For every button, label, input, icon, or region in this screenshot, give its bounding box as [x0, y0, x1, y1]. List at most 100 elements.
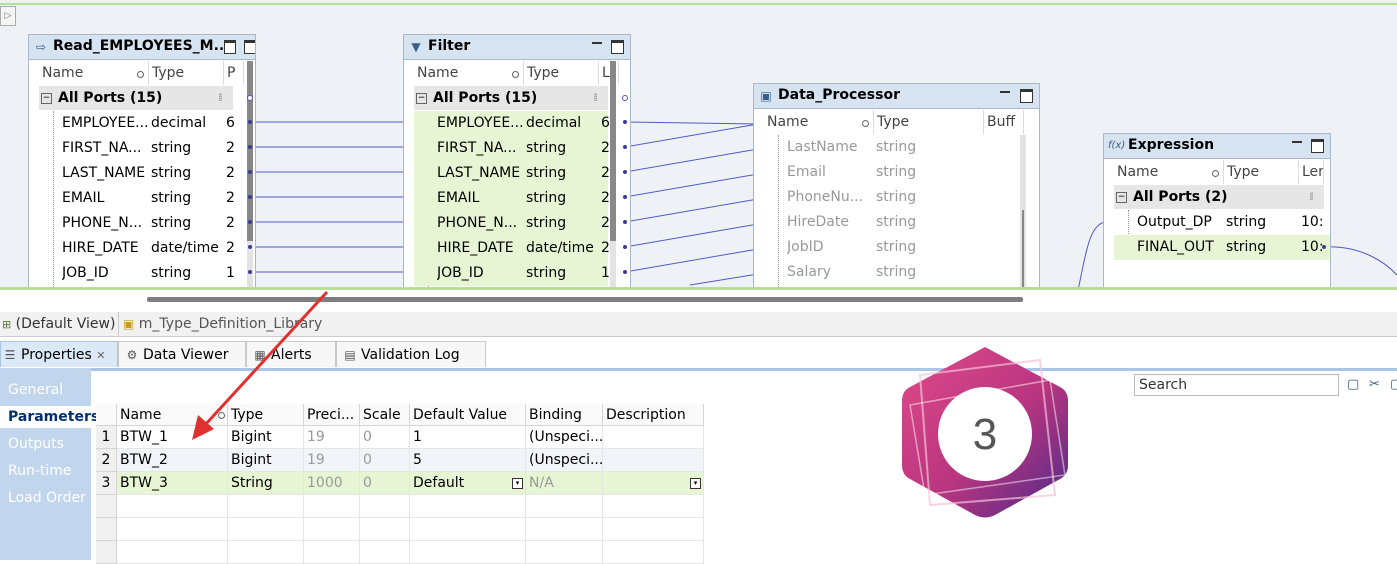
cell-name[interactable]: BTW_3 [117, 472, 228, 495]
port-row[interactable]: PhoneNu... string [764, 185, 1019, 210]
minimize-icon[interactable] [1000, 88, 1012, 93]
cell-name[interactable]: BTW_2 [117, 449, 228, 472]
edit-dropdown-icon[interactable]: ▾ [690, 478, 701, 489]
header-binding[interactable]: Binding [526, 404, 603, 426]
expression-transformation[interactable]: f(x) Expression Name Type Ler − All Ports… [1103, 133, 1331, 290]
empty-cell[interactable] [526, 518, 603, 541]
maximize-icon[interactable] [244, 40, 255, 54]
group-port-handle[interactable] [247, 95, 253, 101]
output-port-dot[interactable] [623, 270, 627, 274]
empty-cell[interactable] [360, 541, 410, 564]
empty-cell[interactable] [526, 495, 603, 518]
port-row[interactable]: JobID string [764, 235, 1019, 260]
empty-cell[interactable] [360, 495, 410, 518]
empty-cell[interactable] [117, 541, 228, 564]
all-ports-group[interactable]: − All Ports (15) ⁞⁞ [39, 86, 233, 110]
port-row[interactable]: HireDate string [764, 210, 1019, 235]
cell-binding[interactable]: (Unspeci... [526, 426, 603, 449]
output-port-dot[interactable] [623, 170, 627, 174]
cell-binding[interactable]: N/A [526, 472, 603, 495]
maximize-icon[interactable] [1020, 89, 1033, 103]
collapse-icon[interactable]: − [1116, 191, 1127, 203]
search-input[interactable]: Search [1134, 374, 1339, 396]
cell-precision[interactable]: 1000 [304, 472, 360, 495]
column-header-type[interactable]: Type [1224, 160, 1299, 184]
empty-cell[interactable] [603, 541, 704, 564]
port-row[interactable]: EMAIL string 2 [39, 186, 245, 211]
column-header-name[interactable]: Name [414, 61, 524, 85]
all-ports-group[interactable]: − All Ports (2) ⁞⁞ [1114, 185, 1324, 209]
port-row[interactable]: LAST_NAME string 2 [39, 161, 245, 186]
output-port-dot[interactable] [1322, 245, 1326, 249]
cell-default[interactable]: 5 [410, 449, 526, 472]
minimize-icon[interactable] [592, 39, 604, 44]
cell-precision[interactable]: 19 [304, 426, 360, 449]
cell-scale[interactable]: 0 [360, 426, 410, 449]
column-header-precision[interactable]: P [224, 61, 244, 85]
header-precision[interactable]: Preci... [304, 404, 360, 426]
header-description[interactable]: Description [603, 404, 704, 426]
filter-tx-header[interactable]: ▼ Filter [404, 35, 630, 60]
column-header-type[interactable]: Type [524, 61, 599, 85]
empty-cell[interactable] [228, 541, 304, 564]
port-row[interactable]: EMAIL string 2 [414, 186, 609, 211]
data-processor-transformation[interactable]: ▣ Data_Processor Name Type Buff LastName… [753, 83, 1040, 290]
sidebar-item-general[interactable]: General [8, 379, 63, 401]
empty-cell[interactable] [304, 495, 360, 518]
output-port-dot[interactable] [248, 245, 252, 249]
cell-scale[interactable]: 0 [360, 472, 410, 495]
output-port-dot[interactable] [248, 170, 252, 174]
cell-description[interactable] [603, 449, 704, 472]
column-header-name[interactable]: Name [39, 61, 149, 85]
empty-cell[interactable] [304, 541, 360, 564]
cell-default[interactable]: 1 [410, 426, 526, 449]
output-port-dot[interactable] [623, 145, 627, 149]
empty-cell[interactable] [117, 518, 228, 541]
vertical-scrollbar[interactable] [610, 61, 616, 290]
column-header-name[interactable]: Name [764, 110, 874, 134]
cut-icon[interactable]: ✂ [1369, 377, 1380, 392]
header-type[interactable]: Type [228, 404, 304, 426]
maximize-icon[interactable] [1311, 139, 1324, 153]
filter-transformation[interactable]: ▼ Filter Name Type L − All Ports (15) ⁞⁞ E… [403, 34, 631, 290]
port-row[interactable]: JOB_ID string 1 [414, 261, 609, 286]
port-row[interactable]: HIRE_DATE date/time 2 [39, 236, 245, 261]
cell-scale[interactable]: 0 [360, 449, 410, 472]
cell-default[interactable]: Default ▾ [410, 472, 526, 495]
port-row[interactable]: Email string [764, 160, 1019, 185]
all-ports-group[interactable]: − All Ports (15) ⁞⁞ [414, 86, 608, 110]
empty-cell[interactable] [228, 518, 304, 541]
close-icon[interactable]: ✕ [96, 349, 105, 362]
collapse-icon[interactable]: − [416, 92, 427, 104]
empty-cell[interactable] [410, 541, 526, 564]
column-header-length[interactable]: L [599, 61, 619, 85]
port-row[interactable]: FIRST_NA... string 2 [414, 136, 609, 161]
cell-description[interactable]: ▾ [603, 472, 704, 495]
output-port-dot[interactable] [623, 195, 627, 199]
empty-cell[interactable] [603, 518, 704, 541]
minimize-icon[interactable] [1292, 138, 1304, 143]
port-row[interactable]: JOB_ID string 1 [39, 261, 245, 286]
tab-properties[interactable]: ☰ Properties ✕ [0, 341, 118, 367]
group-port-handle[interactable] [622, 95, 628, 101]
tab-type-definition-library[interactable]: ▣ m_Type_Definition_Library [118, 312, 341, 336]
port-row[interactable]: FINAL_OUT string 10: [1114, 235, 1330, 260]
canvas-horizontal-scrollbar[interactable] [147, 297, 1023, 302]
edit-dropdown-icon[interactable]: ▾ [512, 478, 523, 489]
port-row[interactable]: FIRST_NA... string 2 [39, 136, 245, 161]
tab-alerts[interactable]: ▦ Alerts [246, 341, 336, 367]
output-port-dot[interactable] [248, 145, 252, 149]
empty-cell[interactable] [304, 518, 360, 541]
dp-tx-header[interactable]: ▣ Data_Processor [754, 84, 1039, 109]
empty-cell[interactable] [228, 495, 304, 518]
column-header-length[interactable]: Ler [1299, 160, 1324, 184]
empty-cell[interactable] [410, 518, 526, 541]
column-header-type[interactable]: Type [874, 110, 984, 134]
cell-type[interactable]: String [228, 472, 304, 495]
cell-description[interactable] [603, 426, 704, 449]
port-row[interactable]: LAST_NAME string 2 [414, 161, 609, 186]
collapse-icon[interactable]: − [41, 92, 52, 104]
cell-binding[interactable]: (Unspeci... [526, 449, 603, 472]
cell-precision[interactable]: 19 [304, 449, 360, 472]
empty-cell[interactable] [410, 495, 526, 518]
